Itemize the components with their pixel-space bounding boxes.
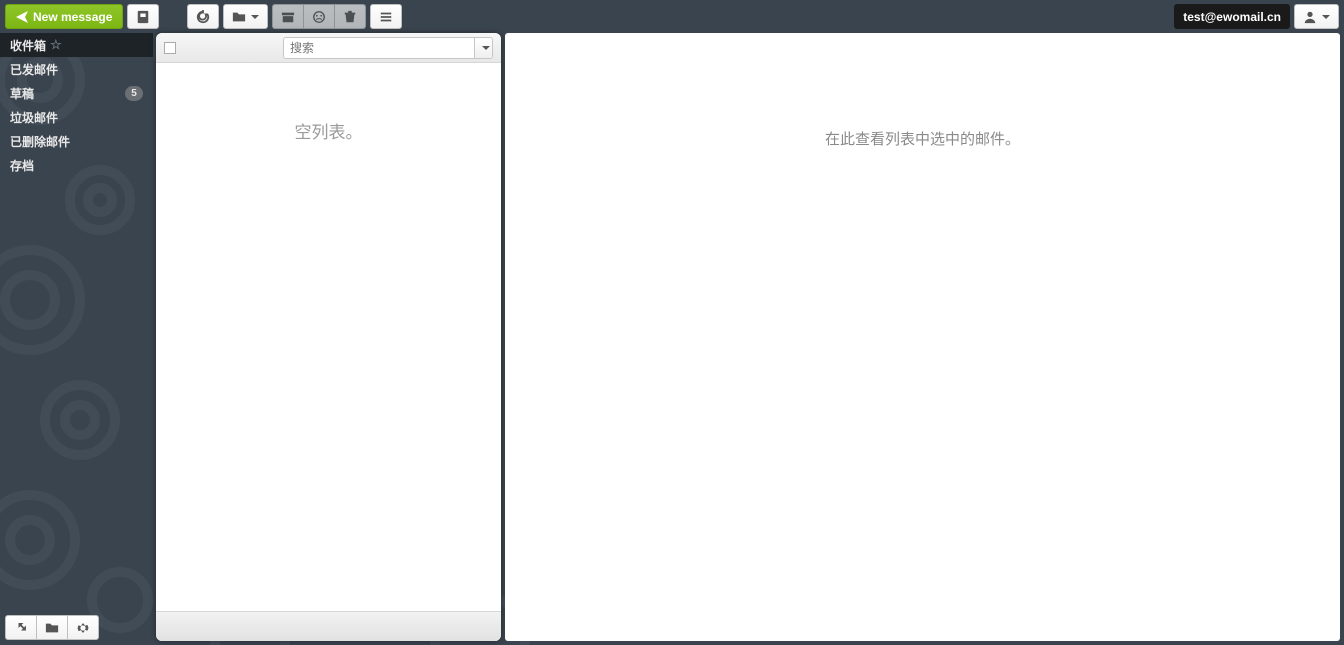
search-dropdown-button[interactable] [474, 38, 492, 58]
chevron-down-icon [1322, 15, 1330, 19]
spam-button[interactable] [303, 4, 334, 29]
folder-sent[interactable]: 已发邮件 [0, 57, 153, 81]
sidebar-bottom-toolbar [5, 615, 99, 640]
star-icon: ☆ [50, 37, 62, 53]
delete-button[interactable] [334, 4, 366, 29]
archive-icon [281, 10, 295, 24]
contacts-button[interactable] [127, 4, 159, 29]
reading-empty-text: 在此查看列表中选中的邮件。 [825, 128, 1020, 149]
chevron-down-icon [482, 46, 490, 50]
new-message-button[interactable]: New message [5, 4, 123, 29]
sidebar: 收件箱 ☆ 已发邮件 草稿 5 垃圾邮件 已删除邮件 存档 [0, 33, 153, 645]
folder-archive[interactable]: 存档 [0, 153, 153, 177]
folder-icon [232, 10, 246, 24]
user-email-badge: test@ewomail.cn [1174, 4, 1290, 29]
reading-pane: 在此查看列表中选中的邮件。 [505, 33, 1340, 641]
trash-icon [343, 10, 357, 24]
toolbar-left: New message [5, 4, 402, 29]
chevron-down-icon [251, 15, 259, 19]
spam-icon [312, 10, 326, 24]
folder-label: 草稿 [10, 85, 34, 102]
menu-button[interactable] [370, 4, 402, 29]
folder-label: 存档 [10, 157, 34, 174]
refresh-icon [196, 10, 210, 24]
refresh-button[interactable] [187, 4, 219, 29]
folder-label: 垃圾邮件 [10, 109, 58, 126]
list-body: 空列表。 [156, 63, 501, 611]
gear-icon [76, 621, 90, 635]
toolbar-right: test@ewomail.cn [1174, 4, 1339, 29]
new-message-label: New message [33, 10, 112, 24]
user-icon [1303, 10, 1317, 24]
folder-drafts[interactable]: 草稿 5 [0, 81, 153, 105]
address-book-icon [136, 10, 150, 24]
search-box [283, 37, 493, 59]
settings-button[interactable] [67, 615, 99, 640]
select-all-checkbox[interactable] [164, 42, 176, 54]
folder-trash[interactable]: 已删除邮件 [0, 129, 153, 153]
folder-label: 已发邮件 [10, 61, 58, 78]
hamburger-icon [379, 10, 393, 24]
archive-button[interactable] [272, 4, 303, 29]
folder-badge: 5 [125, 86, 143, 101]
folders-manage-button[interactable] [36, 615, 67, 640]
user-menu-button[interactable] [1294, 4, 1339, 29]
list-header [156, 33, 501, 63]
folder-move-button[interactable] [223, 4, 268, 29]
folder-icon [45, 621, 59, 635]
message-list-pane: 空列表。 [156, 33, 501, 641]
empty-list-text: 空列表。 [295, 118, 363, 143]
search-input[interactable] [284, 38, 474, 58]
folder-junk[interactable]: 垃圾邮件 [0, 105, 153, 129]
folder-label: 收件箱 [10, 37, 46, 54]
folder-label: 已删除邮件 [10, 133, 70, 150]
folder-action-group [223, 4, 268, 29]
top-toolbar: New message [0, 0, 1344, 33]
compact-view-button[interactable] [5, 615, 36, 640]
compress-icon [14, 621, 28, 635]
folder-inbox[interactable]: 收件箱 ☆ [0, 33, 153, 57]
list-footer [156, 611, 501, 641]
mail-action-group [272, 4, 366, 29]
send-icon [16, 11, 28, 23]
folder-list: 收件箱 ☆ 已发邮件 草稿 5 垃圾邮件 已删除邮件 存档 [0, 33, 153, 177]
